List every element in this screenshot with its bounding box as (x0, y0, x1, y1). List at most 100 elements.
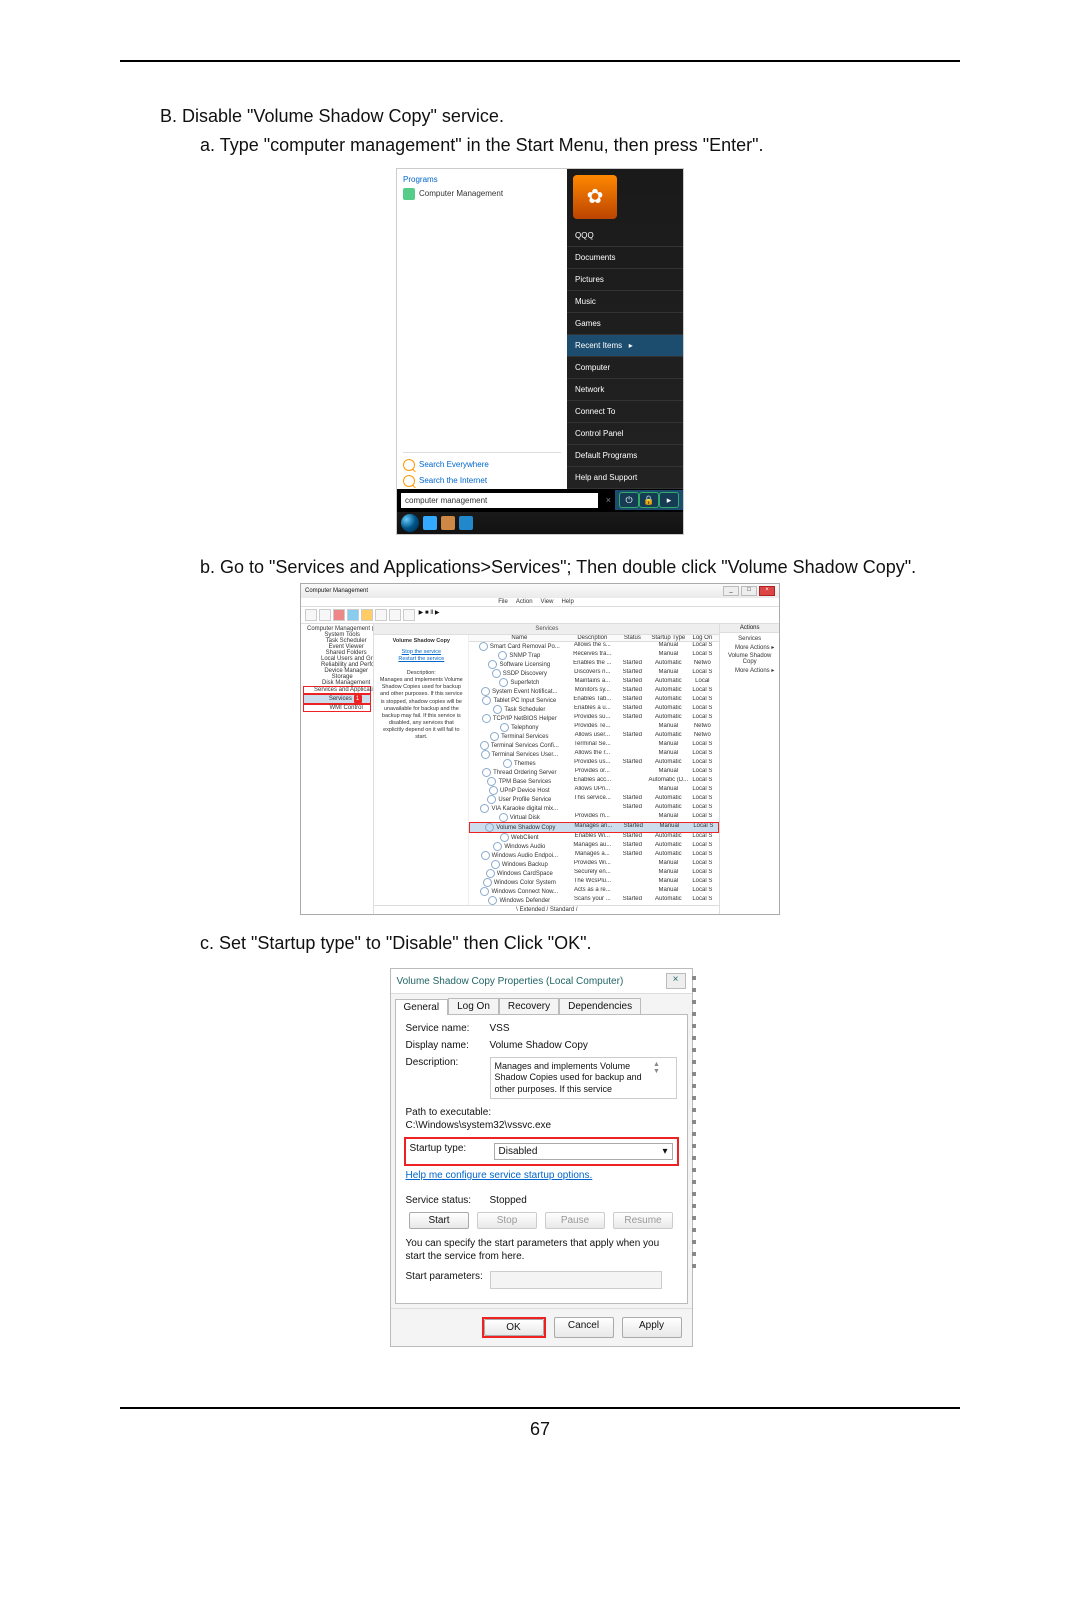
toolbar-icon[interactable] (319, 609, 331, 621)
clear-search-icon[interactable]: × (602, 495, 615, 505)
apply-button[interactable]: Apply (622, 1317, 682, 1338)
services-list[interactable]: Name Description Status Startup Type Log… (469, 635, 719, 905)
tab-dependencies[interactable]: Dependencies (559, 998, 641, 1014)
gear-icon (491, 860, 500, 869)
toolbar-icon[interactable] (403, 609, 415, 621)
action-vsc[interactable]: Volume Shadow Copy (722, 652, 777, 666)
action-more[interactable]: More Actions ▸ (722, 666, 777, 675)
service-row[interactable]: Windows Connect Now...Acts as a re...Man… (469, 887, 719, 896)
nav-documents[interactable]: Documents (567, 247, 683, 269)
taskbar-icon[interactable] (459, 516, 473, 530)
start-button[interactable]: Start (409, 1212, 469, 1229)
tab-log-on[interactable]: Log On (448, 998, 499, 1014)
service-row[interactable]: User Profile ServiceThis service...Start… (469, 795, 719, 804)
gear-icon (503, 759, 512, 768)
taskbar-icon[interactable] (423, 516, 437, 530)
nav-pictures[interactable]: Pictures (567, 269, 683, 291)
service-row[interactable]: Windows BackupProvides Wi...ManualLocal … (469, 860, 719, 869)
service-row[interactable]: TCP/IP NetBIOS HelperProvides su...Start… (469, 714, 719, 723)
desc-scrollbar[interactable]: ▲▼ (652, 1061, 662, 1075)
nav-connect-to[interactable]: Connect To (567, 401, 683, 423)
nav-games[interactable]: Games (567, 313, 683, 335)
toolbar-icon[interactable] (305, 609, 317, 621)
step-b-c: c. Set "Startup type" to "Disable" then … (200, 929, 960, 958)
power-button[interactable]: ⏻ (619, 492, 639, 508)
service-row[interactable]: Terminal Services User...Allows the r...… (469, 750, 719, 759)
start-orb-icon[interactable] (401, 514, 419, 532)
restart-service-link[interactable]: Restart the service (378, 656, 464, 663)
ok-button[interactable]: OK (484, 1319, 544, 1336)
nav-control-panel[interactable]: Control Panel (567, 423, 683, 445)
start-search-input[interactable] (401, 493, 598, 508)
program-result-computer-management[interactable]: Computer Management (397, 186, 567, 202)
gear-icon (493, 842, 502, 851)
service-row[interactable]: TPM Base ServicesEnables acc...Automatic… (469, 777, 719, 786)
service-row[interactable]: Windows AudioManages au...StartedAutomat… (469, 842, 719, 851)
tab-recovery[interactable]: Recovery (499, 998, 559, 1014)
nav-default-programs[interactable]: Default Programs (567, 445, 683, 467)
service-row[interactable]: Terminal ServicesAllows user...StartedAu… (469, 732, 719, 741)
lock-button[interactable]: 🔒 (639, 492, 659, 508)
service-row[interactable]: Task SchedulerEnables a u...StartedAutom… (469, 705, 719, 714)
gear-icon (481, 750, 490, 759)
service-row[interactable]: WebClientEnables Wi...StartedAutomaticLo… (469, 833, 719, 842)
toolbar-icon[interactable] (333, 609, 345, 621)
service-row[interactable]: VIA Karaoke digital mix...StartedAutomat… (469, 804, 719, 813)
service-row[interactable]: Windows Audio Endpoi...Manages a...Start… (469, 851, 719, 860)
user-avatar[interactable]: ✿ (573, 175, 617, 219)
tree-panel[interactable]: Computer Management (Local) System Tools… (301, 624, 374, 914)
stop-service-link[interactable]: Stop the service (378, 649, 464, 656)
close-button[interactable]: × (759, 586, 775, 596)
power-menu-arrow[interactable]: ▸ (659, 492, 679, 508)
maximize-button[interactable]: □ (741, 586, 757, 596)
service-row[interactable]: SuperfetchMaintains a...StartedAutomatic… (469, 678, 719, 687)
user-name[interactable]: QQQ (567, 225, 683, 247)
search-everywhere[interactable]: Search Everywhere (397, 457, 567, 473)
service-row[interactable]: Windows CardSpaceSecurely en...ManualLoc… (469, 869, 719, 878)
tree-wmi[interactable]: WMI Control (303, 704, 371, 712)
list-tabs[interactable]: \ Extended / Standard / (374, 905, 719, 914)
toolbar[interactable]: ▶ ■ Ⅱ ▶ (301, 607, 779, 624)
search-internet[interactable]: Search the Internet (397, 473, 567, 489)
toolbar-icon[interactable] (347, 609, 359, 621)
close-button[interactable]: × (666, 973, 686, 989)
service-row[interactable]: Thread Ordering ServerProvides or...Manu… (469, 768, 719, 777)
service-row[interactable]: Smart Card Removal Po...Allows the s...M… (469, 642, 719, 651)
toolbar-icon[interactable] (375, 609, 387, 621)
nav-music[interactable]: Music (567, 291, 683, 313)
startup-type-select[interactable]: Disabled▾ (494, 1143, 673, 1160)
service-row[interactable]: Software LicensingEnables the ...Started… (469, 660, 719, 669)
service-row[interactable]: ThemesProvides us...StartedAutomaticLoca… (469, 759, 719, 768)
nav-computer[interactable]: Computer (567, 357, 683, 379)
minimize-button[interactable]: _ (723, 586, 739, 596)
menu-bar[interactable]: FileActionViewHelp (301, 598, 779, 607)
tree-services-apps[interactable]: Services and Applications (303, 686, 371, 694)
service-row[interactable]: Windows Color SystemThe WcsPlu...ManualL… (469, 878, 719, 887)
path-value: C:\Windows\system32\vssvc.exe (406, 1120, 677, 1131)
cancel-button[interactable]: Cancel (554, 1317, 614, 1338)
service-description-panel: Volume Shadow Copy Stop the service Rest… (374, 635, 469, 905)
nav-network[interactable]: Network (567, 379, 683, 401)
service-row[interactable]: Virtual DiskProvides m...ManualLocal S (469, 813, 719, 822)
service-row[interactable]: SSDP DiscoveryDiscovers n...StartedManua… (469, 669, 719, 678)
search-icon (403, 459, 415, 471)
tree-services[interactable]: Services 1 (303, 694, 371, 704)
action-more[interactable]: More Actions ▸ (722, 643, 777, 652)
help-link[interactable]: Help me configure service startup option… (406, 1170, 677, 1181)
toolbar-icon[interactable] (389, 609, 401, 621)
toolbar-icon[interactable] (361, 609, 373, 621)
service-row[interactable]: Tablet PC Input ServiceEnables Tab...Sta… (469, 696, 719, 705)
tab-general[interactable]: General (395, 999, 449, 1015)
taskbar-icon[interactable] (441, 516, 455, 530)
nav-help-support[interactable]: Help and Support (567, 467, 683, 489)
display-name-label: Display name: (406, 1040, 490, 1051)
action-services[interactable]: Services (722, 635, 777, 643)
service-row[interactable]: Windows DefenderScans your ...StartedAut… (469, 896, 719, 905)
service-row[interactable]: SNMP TrapReceives tra...ManualLocal S (469, 651, 719, 660)
service-row[interactable]: System Event Notificat...Monitors sy...S… (469, 687, 719, 696)
nav-recent-items[interactable]: Recent Items ▸ (567, 335, 683, 357)
service-row[interactable]: 2Volume Shadow CopyManages an...StartedM… (469, 822, 719, 833)
service-row[interactable]: Terminal Services Confi...Terminal Se...… (469, 741, 719, 750)
service-row[interactable]: UPnP Device HostAllows UPn...ManualLocal… (469, 786, 719, 795)
service-row[interactable]: TelephonyProvides Te...ManualNetwo (469, 723, 719, 732)
